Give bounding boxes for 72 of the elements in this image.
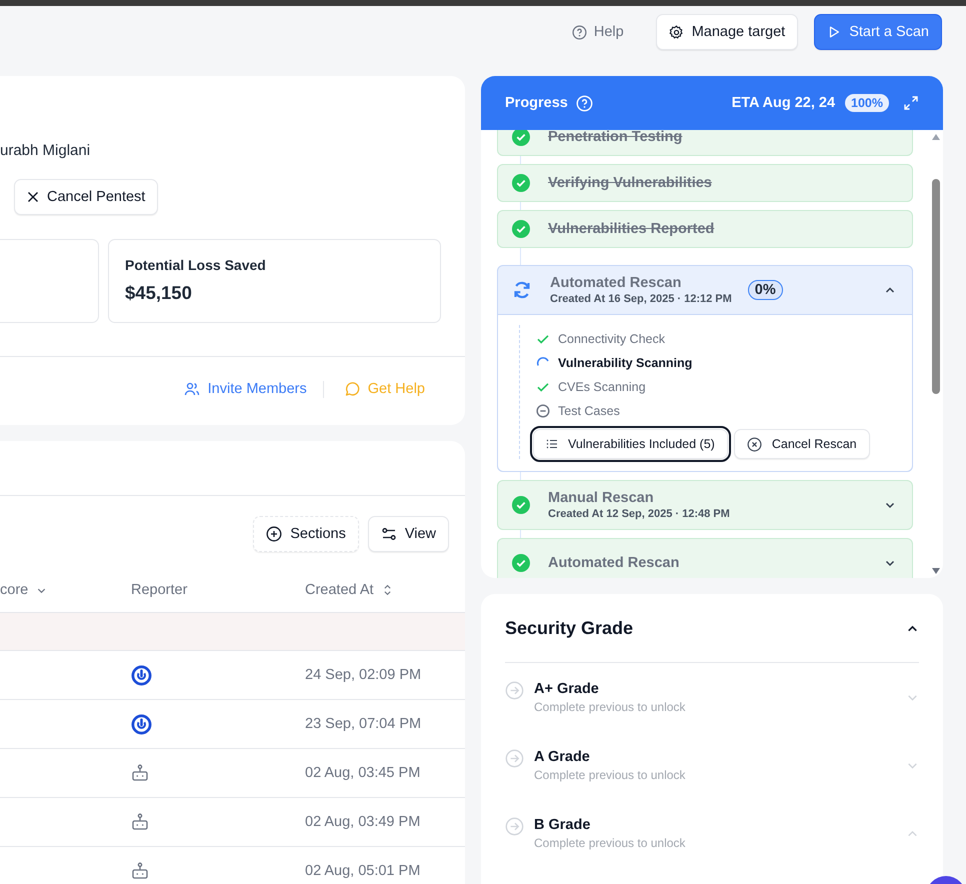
grade-title: B Grade <box>534 817 592 833</box>
column-header[interactable]: core <box>0 576 131 612</box>
rescan-title: Automated Rescan <box>548 555 680 571</box>
check-circle-icon <box>512 554 530 572</box>
task-label: Test Cases <box>558 404 620 418</box>
created-at-cell-text: 23 Sep, 07:04 PM <box>305 716 422 732</box>
owner-name: urabh Miglani <box>0 142 92 159</box>
stage-title: Penetration Testing <box>548 130 682 145</box>
power-icon <box>131 664 152 686</box>
check-circle-icon <box>512 174 530 192</box>
sections-button[interactable]: Sections <box>253 516 359 552</box>
sort-icon <box>382 583 393 597</box>
column-header[interactable]: Created At <box>305 576 465 612</box>
robot-icon <box>131 862 149 880</box>
cancel-rescan-button[interactable]: Cancel Rescan <box>734 429 870 459</box>
arrow-circle-icon <box>505 817 524 836</box>
stage-title: Vulnerabilities Reported <box>548 221 714 237</box>
rescan-date: Created At 12 Sep, 2025 · 12:48 PM <box>548 508 730 520</box>
play-icon <box>827 25 842 39</box>
stage-title: Verifying Vulnerabilities <box>548 175 712 191</box>
check-circle-icon <box>512 496 530 514</box>
close-icon <box>27 191 39 203</box>
grade-note: Complete previous to unlock <box>534 700 686 714</box>
grade-title: A+ Grade <box>534 681 600 697</box>
task-label: CVEs Scanning <box>558 380 646 394</box>
minus-circle-icon <box>536 404 550 418</box>
list-icon <box>546 438 558 450</box>
grade-title: A Grade <box>534 749 591 765</box>
stat-value: $45,150 <box>125 282 193 304</box>
start-scan-button[interactable]: Start a Scan <box>814 14 942 50</box>
chat-icon <box>344 381 360 397</box>
view-button[interactable]: View <box>368 516 449 552</box>
sliders-icon <box>380 526 397 542</box>
help-icon <box>572 24 587 40</box>
grade-note: Complete previous to unlock <box>534 768 686 782</box>
percent-badge: 100% <box>845 94 889 112</box>
rescan-title: Automated Rescan <box>550 275 682 291</box>
created-at-cell-text: 24 Sep, 02:09 PM <box>305 667 422 683</box>
settings-icon <box>668 24 684 40</box>
arrow-circle-icon <box>505 681 524 700</box>
scroll-down-icon[interactable] <box>932 568 940 574</box>
refresh-icon <box>512 280 532 300</box>
created-at-cell-text: 02 Aug, 03:45 PM <box>305 765 422 781</box>
task-label: Connectivity Check <box>558 332 665 346</box>
percent-badge: 0% <box>748 280 783 300</box>
stat-label: Potential Loss Saved <box>125 257 267 273</box>
grade-note: Complete previous to unlock <box>534 836 686 850</box>
security-grade-title: Security Grade <box>505 618 634 638</box>
column-header[interactable]: Reporter <box>131 576 305 612</box>
task-label: Vulnerability Scanning <box>558 356 692 370</box>
scroll-up-icon[interactable] <box>932 134 940 140</box>
eta-text: ETA Aug 22, 24 <box>732 95 836 111</box>
robot-icon <box>131 813 149 831</box>
invite-members-link[interactable]: Invite Members <box>184 381 307 397</box>
rescan-date: Created At 16 Sep, 2025 · 12:12 PM <box>550 293 732 305</box>
created-at-cell-text: 02 Aug, 05:01 PM <box>305 863 422 879</box>
created-at-cell-text: 02 Aug, 03:49 PM <box>305 814 422 830</box>
help-button[interactable]: Help <box>568 20 628 44</box>
vulnerabilities-included-button[interactable]: Vulnerabilities Included (5) <box>533 429 728 459</box>
rescan-title: Manual Rescan <box>548 490 655 506</box>
plus-circle-icon <box>266 526 282 542</box>
help-icon <box>576 94 593 112</box>
cancel-pentest-button[interactable]: Cancel Pentest <box>14 179 158 215</box>
close-circle-icon <box>746 436 762 452</box>
expand-icon[interactable] <box>903 95 919 111</box>
progress-title: Progress <box>505 95 568 111</box>
check-circle-icon <box>512 220 530 238</box>
manage-target-button[interactable]: Manage target <box>656 14 798 50</box>
power-icon <box>131 714 152 734</box>
users-icon <box>184 381 200 397</box>
arrow-circle-icon <box>505 749 524 768</box>
robot-icon <box>131 764 149 782</box>
